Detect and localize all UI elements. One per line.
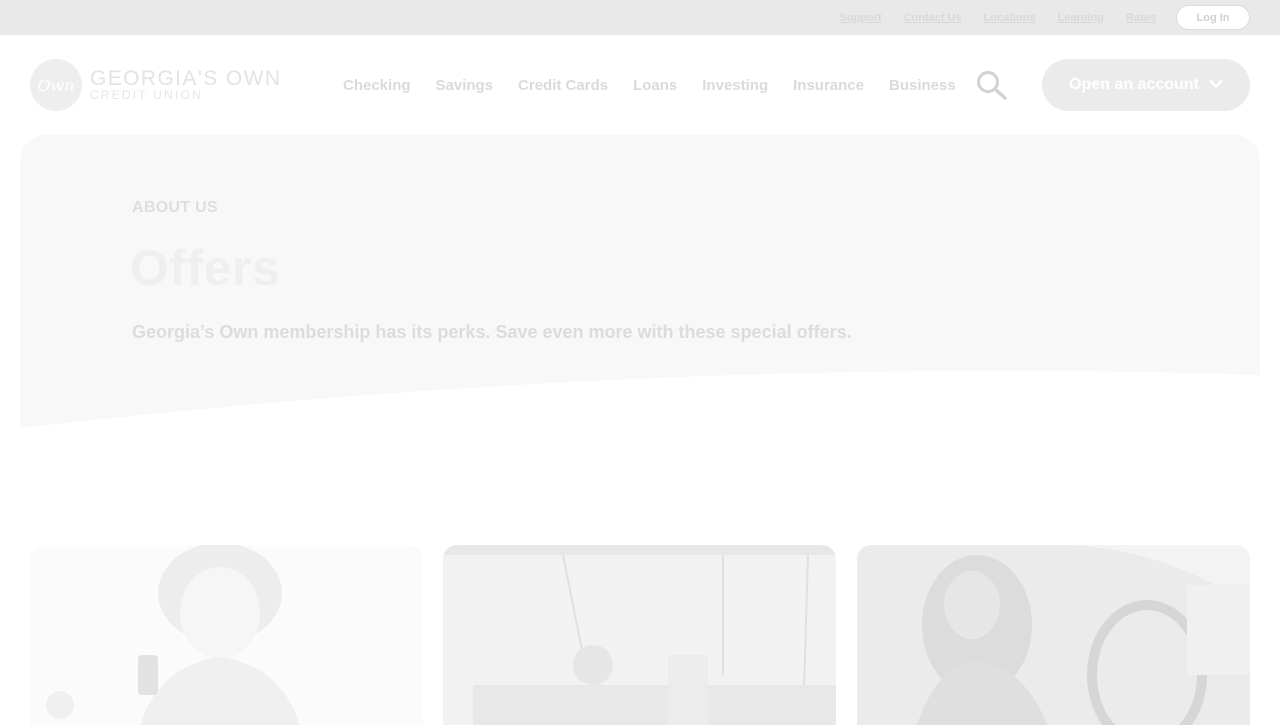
- chevron-down-icon: [1209, 76, 1223, 94]
- offer-card-image-home-interior: [443, 545, 836, 725]
- hero-eyebrow: ABOUT US: [132, 199, 218, 216]
- utility-link-contact-us[interactable]: Contact Us: [904, 12, 962, 24]
- utility-link-rates[interactable]: Rates: [1126, 12, 1156, 24]
- nav-item-insurance[interactable]: Insurance: [793, 77, 864, 94]
- utility-bar: Support Contact Us Locations Learning Ra…: [0, 0, 1280, 35]
- nav-item-credit-cards[interactable]: Credit Cards: [518, 77, 608, 94]
- login-button[interactable]: Log In: [1176, 5, 1250, 30]
- open-account-button[interactable]: Open an account: [1042, 59, 1250, 111]
- nav-item-loans[interactable]: Loans: [633, 77, 677, 94]
- nav-item-savings[interactable]: Savings: [436, 77, 494, 94]
- offer-card-2[interactable]: [443, 545, 836, 725]
- search-icon[interactable]: [976, 70, 1008, 100]
- hero-description: Georgia’s Own membership has its perks. …: [132, 322, 852, 342]
- offer-card-image-woman-phone: [30, 545, 423, 725]
- nav-item-investing[interactable]: Investing: [702, 77, 768, 94]
- offer-card-1[interactable]: [30, 545, 423, 725]
- offer-card-image-woman-driving: [857, 545, 1250, 725]
- offer-card-3[interactable]: [857, 545, 1250, 725]
- nav-item-business[interactable]: Business: [889, 77, 956, 94]
- main-nav: Checking Savings Credit Cards Loans Inve…: [343, 74, 981, 96]
- utility-link-support[interactable]: Support: [839, 12, 881, 24]
- utility-link-learning[interactable]: Learning: [1058, 12, 1104, 24]
- page-title: Offers: [130, 240, 281, 296]
- utility-links: Support Contact Us Locations Learning Ra…: [839, 0, 1156, 35]
- open-account-label: Open an account: [1069, 76, 1199, 93]
- logo-subtitle: CREDIT UNION: [90, 88, 203, 102]
- nav-item-checking[interactable]: Checking: [343, 77, 411, 94]
- logo-badge: Own: [30, 59, 82, 111]
- logo[interactable]: Own GEORGIA'S OWN CREDIT UNION: [30, 59, 280, 111]
- hero-banner: ABOUT US Offers Georgia’s Own membership…: [20, 135, 1260, 435]
- utility-link-locations[interactable]: Locations: [984, 12, 1036, 24]
